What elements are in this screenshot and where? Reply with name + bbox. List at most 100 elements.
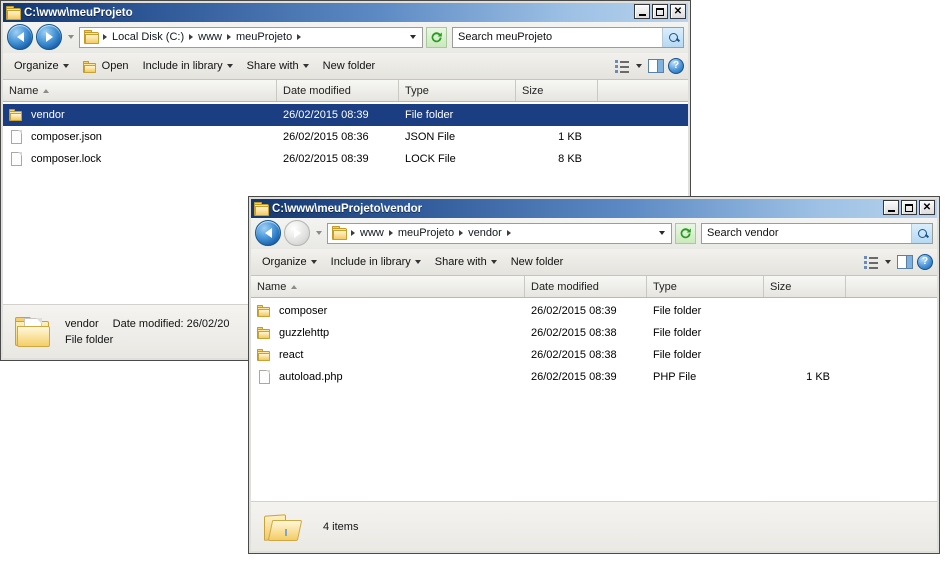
organize-label: Organize [262,256,307,268]
history-dropdown-icon[interactable] [65,25,76,49]
sort-ascending-icon [43,88,50,93]
breadcrumb-item-drive[interactable]: Local Disk (C:) [109,30,187,44]
history-dropdown-icon[interactable] [313,221,324,245]
address-bar[interactable]: Local Disk (C:) www meuProjeto [79,26,423,48]
close-button[interactable]: ✕ [919,200,935,215]
column-header-date-modified[interactable]: Date modified [277,80,399,101]
address-bar-row[interactable]: Local Disk (C:) www meuProjeto Search me… [3,22,688,52]
open-button[interactable]: Open [76,57,136,76]
new-folder-button[interactable]: New folder [504,253,571,271]
command-toolbar[interactable]: Organize Include in library Share with N… [251,248,937,275]
address-bar[interactable]: www meuProjeto vendor [327,222,672,244]
table-row[interactable]: composer.lock 26/02/2015 08:39 LOCK File… [3,148,688,170]
breadcrumb-item-www[interactable]: www [195,30,225,44]
chevron-down-icon [62,64,69,68]
view-dropdown-icon[interactable] [634,58,644,74]
search-button[interactable] [911,223,932,243]
table-row[interactable]: guzzlehttp 26/02/2015 08:38 File folder [251,322,937,344]
refresh-button[interactable] [426,26,447,48]
column-header-name-label: Name [9,84,39,97]
search-input[interactable]: Search vendor [702,227,911,239]
breadcrumb-separator-icon [189,34,194,40]
close-button[interactable]: ✕ [670,4,686,19]
column-header-size[interactable]: Size [516,80,598,101]
file-date: 26/02/2015 08:36 [283,131,369,143]
file-type: File folder [653,327,702,339]
address-dropdown-icon[interactable] [655,224,669,243]
breadcrumb[interactable]: www meuProjeto vendor [349,226,655,240]
change-view-icon[interactable] [615,59,630,73]
window-title: C:\www\meuProjeto\vendor [272,202,423,215]
file-name: composer.json [31,131,102,143]
column-headers[interactable]: Name Date modified Type Size [251,276,937,298]
help-icon[interactable]: ? [917,254,933,270]
sort-ascending-icon [291,284,298,289]
column-headers[interactable]: Name Date modified Type Size [3,80,688,102]
include-in-library-button[interactable]: Include in library [324,253,428,271]
forward-button[interactable] [36,24,62,50]
table-row[interactable]: vendor 26/02/2015 08:39 File folder [3,104,688,126]
folder-icon [9,108,25,122]
table-row[interactable]: react 26/02/2015 08:38 File folder [251,344,937,366]
file-name: guzzlehttp [279,327,330,339]
breadcrumb[interactable]: Local Disk (C:) www meuProjeto [101,30,406,44]
search-icon [668,32,678,42]
search-input[interactable]: Search meuProjeto [453,31,662,43]
table-row[interactable]: autoload.php 26/02/2015 08:39 PHP File 1… [251,366,937,388]
breadcrumb-item-www[interactable]: www [357,226,387,240]
maximize-button[interactable] [901,200,917,215]
minimize-button[interactable] [883,200,899,215]
window-controls[interactable]: ✕ [634,4,686,19]
chevron-down-icon [310,260,317,264]
breadcrumb-item-vendor[interactable]: vendor [465,226,505,240]
back-button[interactable] [7,24,33,50]
table-row[interactable]: composer.json 26/02/2015 08:36 JSON File… [3,126,688,148]
file-name: composer.lock [31,153,102,165]
maximize-button[interactable] [652,4,668,19]
organize-button[interactable]: Organize [7,57,76,75]
back-button[interactable] [255,220,281,246]
title-bar[interactable]: C:\www\meuProjeto ✕ [3,3,688,22]
help-icon[interactable]: ? [668,58,684,74]
preview-pane-icon[interactable] [897,255,913,269]
share-with-button[interactable]: Share with [240,57,316,75]
details-item-name: vendor [65,317,99,330]
search-box[interactable]: Search meuProjeto [452,26,684,48]
breadcrumb-item-meuprojeto[interactable]: meuProjeto [395,226,457,240]
column-header-name[interactable]: Name [3,80,277,101]
search-box[interactable]: Search vendor [701,222,933,244]
address-bar-row[interactable]: www meuProjeto vendor Search vendor [251,218,937,248]
column-header-date-label: Date modified [283,84,351,97]
search-button[interactable] [662,27,683,47]
column-header-spacer [598,80,688,101]
title-bar[interactable]: C:\www\meuProjeto\vendor ✕ [251,199,937,218]
file-icon [257,370,273,384]
column-header-type[interactable]: Type [399,80,516,101]
window-controls[interactable]: ✕ [883,200,935,215]
share-with-button[interactable]: Share with [428,253,504,271]
minimize-button[interactable] [634,4,650,19]
column-header-date-modified[interactable]: Date modified [525,276,647,297]
file-size: 8 KB [558,153,582,165]
view-dropdown-icon[interactable] [883,254,893,270]
include-in-library-button[interactable]: Include in library [136,57,240,75]
command-toolbar[interactable]: Organize Open Include in library Share w… [3,52,688,79]
column-header-name[interactable]: Name [251,276,525,297]
file-type: JSON File [405,131,456,143]
explorer-window-vendor[interactable]: C:\www\meuProjeto\vendor ✕ www meuProjet [248,196,940,554]
file-date: 26/02/2015 08:39 [531,305,617,317]
organize-button[interactable]: Organize [255,253,324,271]
new-folder-button[interactable]: New folder [316,57,383,75]
table-row[interactable]: composer 26/02/2015 08:39 File folder [251,300,937,322]
preview-pane-icon[interactable] [648,59,664,73]
change-view-icon[interactable] [864,255,879,269]
column-header-type[interactable]: Type [647,276,764,297]
breadcrumb-item-meuprojeto[interactable]: meuProjeto [233,30,295,44]
folder-icon [6,5,21,20]
address-dropdown-icon[interactable] [406,28,420,47]
chevron-down-icon [302,64,309,68]
file-name: composer [279,305,328,317]
file-icon [9,152,25,166]
refresh-button[interactable] [675,222,696,244]
column-header-size[interactable]: Size [764,276,846,297]
